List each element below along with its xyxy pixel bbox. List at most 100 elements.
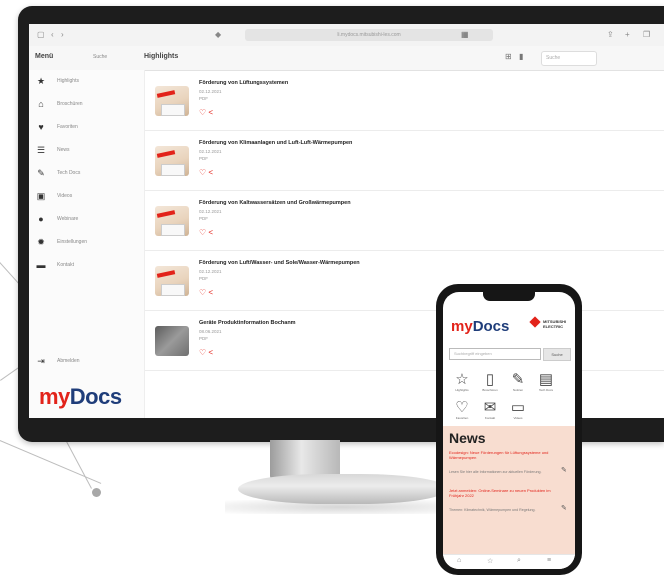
document-title[interactable]: Förderung von Lüftungssystemen (199, 80, 288, 86)
document-title[interactable]: Förderung von Kaltwassersätzen und Großw… (199, 200, 351, 206)
sidebar-item-news[interactable]: ☰ News (35, 145, 140, 159)
phone-search-input[interactable]: Suchbegriff eingeben (449, 348, 541, 360)
document-thumbnail[interactable] (155, 326, 189, 356)
sidebar-item-label: Einstellungen (57, 239, 88, 245)
edit-icon[interactable]: ✎ (561, 466, 567, 474)
home-icon[interactable]: ⌂ (457, 557, 461, 564)
menu-label[interactable]: Menü (35, 53, 53, 60)
sidebar-toggle-icon[interactable]: ▢ (37, 30, 45, 39)
video-icon: ▣ (36, 191, 46, 201)
logo-text-my: my (39, 384, 70, 409)
app-toolbar: Menü Suche Highlights ⊞ ▮ Suche (29, 46, 664, 71)
document-type: PDF (199, 216, 208, 221)
document-row[interactable]: Förderung von Luft/Wasser- und Sole/Wass… (145, 250, 664, 311)
star-icon: ★ (36, 76, 46, 86)
sidebar-item-label: Webinare (57, 216, 79, 222)
sidebar-item-label: News (57, 147, 70, 153)
tile-tech-docs[interactable]: ▤ Tech Docs (535, 372, 557, 396)
sidebar-item-settings[interactable]: ✹ Einstellungen (35, 237, 140, 251)
document-title[interactable]: Förderung von Luft/Wasser- und Sole/Wass… (199, 260, 360, 266)
search-icon[interactable]: ⌕ (517, 557, 521, 565)
document-thumbnail[interactable] (155, 206, 189, 236)
tile-highlights[interactable]: ☆ Highlights (451, 372, 473, 396)
favorite-heart-icon[interactable]: ♡ (199, 228, 206, 237)
heart-icon: ♡ (455, 399, 469, 416)
contact-icon: ▬ (36, 260, 46, 270)
row-actions: ♡ < (199, 228, 213, 237)
search-toggle[interactable]: Suche (93, 54, 107, 60)
document-row[interactable]: Förderung von Klimaanlagen und Luft-Luft… (145, 130, 664, 191)
tile-notes[interactable]: ✎ Notizen (507, 372, 529, 396)
sidebar-item-favorites[interactable]: ♥ Favoriten (35, 122, 140, 136)
document-title[interactable]: Förderung von Klimaanlagen und Luft-Luft… (199, 140, 352, 146)
share-icon[interactable]: < (208, 228, 213, 237)
sidebar-item-webinars[interactable]: ● Webinare (35, 214, 140, 228)
document-row[interactable]: Förderung von Kaltwassersätzen und Großw… (145, 190, 664, 251)
news-headline[interactable]: Ecodesign: Neue Förderungen für Lüftungs… (449, 450, 559, 460)
url-field[interactable]: li.mydocs.mitsubishi-les.com (245, 29, 493, 41)
favorite-heart-icon[interactable]: ♡ (199, 348, 206, 357)
sidebar-item-label: Tech Docs (57, 170, 81, 176)
document-row[interactable]: Geräte Produktinformation Bochanm 08.06.… (145, 310, 664, 371)
sidebar-item-highlights[interactable]: ★ Highlights (35, 76, 140, 90)
reader-icon[interactable]: ▦ (461, 30, 469, 39)
sidebar-item-label: Abmelden (57, 358, 80, 364)
phone-notch (483, 292, 535, 301)
share-icon[interactable]: < (208, 288, 213, 297)
document-thumbnail[interactable] (155, 146, 189, 176)
tabs-icon[interactable]: ❐ (643, 30, 650, 39)
share-icon[interactable]: < (208, 348, 213, 357)
share-icon[interactable]: ⇪ (607, 30, 614, 39)
back-icon[interactable]: ‹ (51, 30, 54, 39)
document-date: 02.12.2021 (199, 89, 222, 94)
document-title[interactable]: Geräte Produktinformation Bochanm (199, 320, 296, 326)
row-actions: ♡ < (199, 348, 213, 357)
favorite-heart-icon[interactable]: ♡ (199, 168, 206, 177)
star-icon: ☆ (455, 371, 469, 388)
sidebar-item-label: Videos (57, 193, 73, 199)
forward-icon[interactable]: › (61, 30, 64, 39)
star-icon[interactable]: ☆ (487, 557, 493, 565)
menu-icon[interactable]: ≡ (547, 557, 551, 564)
mitsubishi-logo: MITSUBISHI ELECTRIC (529, 316, 569, 334)
sidebar-item-videos[interactable]: ▣ Videos (35, 191, 140, 205)
phone-search-button[interactable]: Suche (543, 348, 571, 361)
rss-icon: ☰ (36, 145, 46, 155)
phone-search-row: Suchbegriff eingeben Suche (449, 348, 571, 361)
tile-label: Kontakt (484, 416, 496, 420)
document-thumbnail[interactable] (155, 86, 189, 116)
news-text: Lesen Sie hier alle Informationen zur ak… (449, 470, 542, 474)
share-icon[interactable]: < (208, 168, 213, 177)
binder-icon: ▯ (485, 371, 495, 388)
new-tab-icon[interactable]: + (625, 30, 630, 39)
document-thumbnail[interactable] (155, 266, 189, 296)
tile-favorites[interactable]: ♡ Favoriten (451, 400, 473, 424)
tile-contact[interactable]: ✉ Kontakt (479, 400, 501, 424)
share-icon[interactable]: < (208, 108, 213, 117)
document-row[interactable]: Förderung von Lüftungssystemen 02.12.202… (145, 70, 664, 131)
edit-icon[interactable]: ✎ (561, 504, 567, 512)
news-headline[interactable]: Jetzt anmelden: Online-Seminare zu neuen… (449, 488, 559, 498)
delete-icon[interactable]: ▮ (519, 52, 523, 61)
tile-label: Videos (513, 416, 523, 420)
mydocs-logo: myDocs (39, 384, 122, 410)
news-section: News Ecodesign: Neue Förderungen für Lüf… (443, 426, 575, 569)
favorite-heart-icon[interactable]: ♡ (199, 108, 206, 117)
shield-icon: ◆ (215, 30, 222, 39)
globe-icon: ● (38, 214, 44, 224)
brand-text: MITSUBISHI ELECTRIC (543, 319, 567, 329)
sidebar-item-logout[interactable]: ⇥ Abmelden (35, 356, 140, 370)
logout-icon: ⇥ (37, 356, 45, 366)
document-list: Förderung von Lüftungssystemen 02.12.202… (145, 70, 664, 418)
sidebar-item-contact[interactable]: ▬ Kontakt (35, 260, 140, 274)
sidebar-item-tech-docs[interactable]: ✎ Tech Docs (35, 168, 140, 182)
logo-text-docs: Docs (472, 318, 510, 335)
sidebar-item-brochures[interactable]: ⌂ Broschüren (35, 99, 140, 113)
document-date: 02.12.2021 (199, 209, 222, 214)
mail-icon: ✉ (483, 399, 497, 416)
tile-brochures[interactable]: ▯ Broschüren (479, 372, 501, 396)
favorite-heart-icon[interactable]: ♡ (199, 288, 206, 297)
grid-view-icon[interactable]: ⊞ (505, 52, 512, 61)
tile-videos[interactable]: ▭ Videos (507, 400, 529, 424)
search-input[interactable]: Suche (541, 51, 597, 66)
